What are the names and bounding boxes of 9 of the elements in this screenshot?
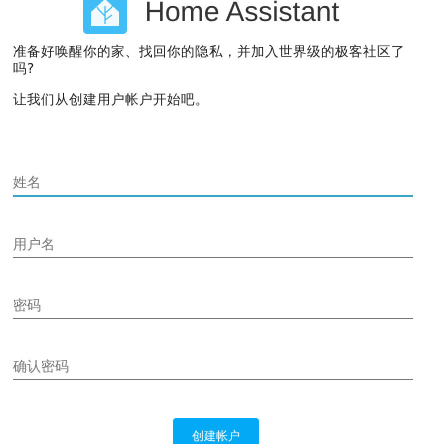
create-account-button[interactable]: 创建帐户 xyxy=(173,418,259,444)
intro-text: 准备好唤醒你的家、找回你的隐私，并加入世界级的极客社区了吗? xyxy=(13,44,406,78)
app-title: Home Assistant xyxy=(144,0,340,28)
intro-text: 让我们从创建用户帐户开始吧。 xyxy=(13,92,210,109)
house-logo-icon xyxy=(82,0,127,34)
input-field[interactable]: 用户名 xyxy=(13,237,413,257)
input-field[interactable]: 姓名 xyxy=(13,175,413,195)
input-field[interactable]: 密码 xyxy=(13,298,413,318)
input-field[interactable]: 确认密码 xyxy=(13,359,413,379)
